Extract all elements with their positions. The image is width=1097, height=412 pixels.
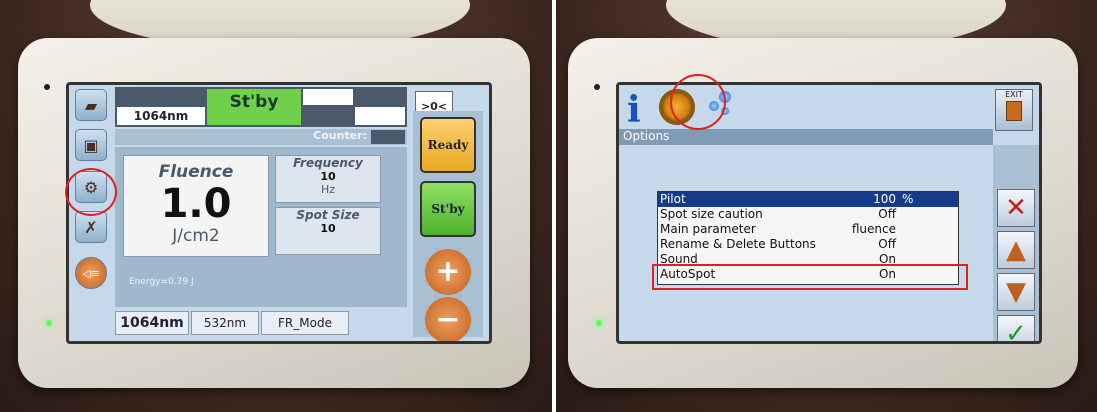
highlight-rectangle [652,264,968,290]
status-cell [355,107,405,125]
exit-button[interactable]: EXIT [995,89,1033,131]
fluence-value: 1.0 [160,181,232,227]
tab-1064nm[interactable]: 1064nm [115,311,189,335]
frequency-box[interactable]: Frequency 10 Hz [275,155,381,203]
option-name: Main parameter [660,222,756,236]
device-right: i EXIT Options Pilot 100 % Spot size cau… [568,38,1078,388]
highlight-circle [65,168,117,216]
spot-size-label: Spot Size [296,208,360,222]
frequency-value: 10 [320,170,336,183]
option-value: Off [878,237,896,251]
options-side-buttons: ✕ ▲ ▼ ✓ [993,145,1039,341]
spot-size-box[interactable]: Spot Size 10 [275,207,381,255]
increase-button[interactable]: + [425,249,471,295]
ready-button[interactable]: Ready [420,117,476,173]
scroll-up-button[interactable]: ▲ [997,231,1035,269]
counter-value [371,130,405,144]
counter-bar: Counter: [115,129,407,145]
power-led [46,320,52,326]
scroll-down-button[interactable]: ▼ [997,273,1035,311]
floppy-disk-icon[interactable]: ▣ [75,129,107,161]
door-icon [1006,101,1022,121]
decrease-button[interactable]: − [425,297,471,341]
option-name: Rename & Delete Buttons [660,237,816,251]
left-photo: ▰ ▣ ⚙ ✗ ◁≡ 1064nm St'by >0< Counter: Flu… [0,0,552,412]
exit-label: EXIT [1005,90,1023,99]
frequency-label: Frequency [293,156,363,170]
option-unit: % [902,192,914,206]
option-value: fluence [851,222,896,236]
option-value: Off [878,207,896,221]
spot-size-value: 10 [320,222,336,235]
fluence-label: Fluence [158,162,234,182]
power-led [596,320,602,326]
aiming-beam-icon[interactable]: ◁≡ [75,257,107,289]
control-column: Ready St'by + − [413,111,483,341]
energy-readout: Energy=0.79 J [129,277,194,287]
device-left: ▰ ▣ ⚙ ✗ ◁≡ 1064nm St'by >0< Counter: Flu… [18,38,530,388]
info-icon[interactable]: i [627,89,641,131]
screen-main: ▰ ▣ ⚙ ✗ ◁≡ 1064nm St'by >0< Counter: Flu… [66,82,492,344]
options-title: Options [619,129,993,145]
case-icon[interactable]: ▰ [75,89,107,121]
option-name: Pilot [660,192,686,206]
confirm-button[interactable]: ✓ [997,315,1035,341]
option-row-rename-delete[interactable]: Rename & Delete Buttons Off [658,237,958,252]
status-cell [303,89,353,105]
camera-dot [44,84,50,90]
mode-tabs: 1064nm 532nm FR_Mode [115,311,407,335]
status-bar: 1064nm St'by [115,87,407,127]
fluence-unit: J/cm2 [172,226,220,246]
camera-dot [594,84,600,90]
right-photo: i EXIT Options Pilot 100 % Spot size cau… [556,0,1097,412]
wavelength-label: 1064nm [117,107,205,125]
option-name: Spot size caution [660,207,763,221]
status-indicator: St'by [207,89,301,125]
frequency-unit: Hz [320,183,336,196]
fluence-box[interactable]: Fluence 1.0 J/cm2 [123,155,269,257]
option-row-pilot[interactable]: Pilot 100 % [658,192,958,207]
option-row-spot-size-caution[interactable]: Spot size caution Off [658,207,958,222]
tab-fr-mode[interactable]: FR_Mode [261,311,349,335]
counter-label: Counter: [313,129,367,142]
standby-button[interactable]: St'by [420,181,476,237]
tab-532nm[interactable]: 532nm [191,311,259,335]
highlight-circle [670,74,726,130]
option-row-main-parameter[interactable]: Main parameter fluence [658,222,958,237]
cancel-button[interactable]: ✕ [997,189,1035,227]
parameter-panel: Fluence 1.0 J/cm2 Frequency 10 Hz Spot S… [115,147,407,307]
option-value: 100 [873,192,896,206]
